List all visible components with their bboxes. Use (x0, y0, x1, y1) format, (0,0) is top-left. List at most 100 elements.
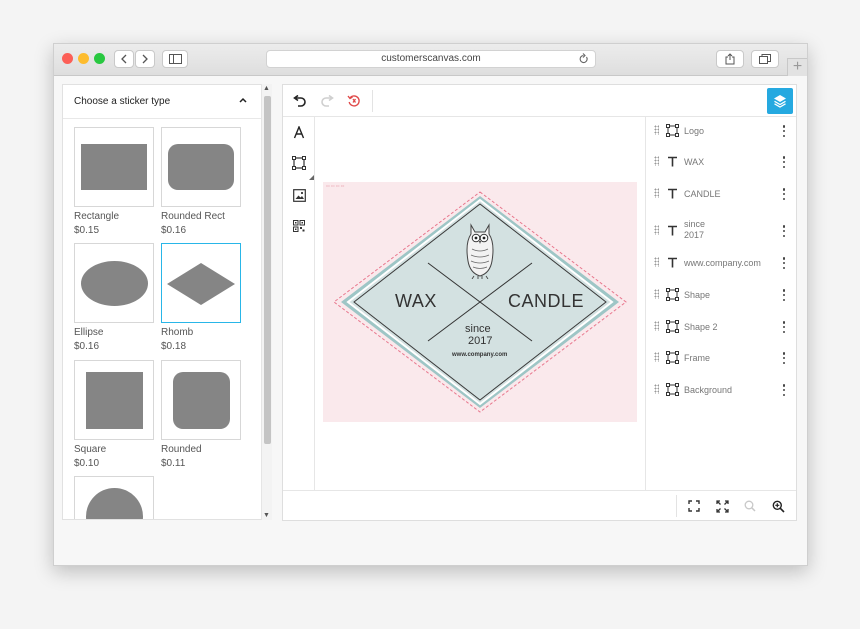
more-vertical-icon[interactable] (782, 384, 786, 396)
owl-logo-icon[interactable] (462, 221, 498, 279)
more-vertical-icon[interactable] (782, 225, 786, 237)
drag-handle-icon[interactable] (654, 289, 659, 299)
drag-handle-icon[interactable] (654, 156, 659, 166)
design-canvas[interactable]: ▭ ▭ ▭ ▭ WAX CANDLE since 2017 www.compan… (316, 117, 645, 490)
chevron-left-icon (121, 54, 127, 64)
undo-icon (293, 95, 306, 107)
submenu-corner-icon (309, 175, 314, 180)
layer-item-background[interactable]: Background (646, 376, 798, 406)
sticker-thumbnail (161, 127, 241, 207)
fit-screen-icon (688, 500, 700, 512)
add-qr-code-button[interactable] (290, 217, 308, 235)
scroll-down-icon[interactable]: ▼ (263, 512, 270, 519)
sticker-name: Rectangle (74, 211, 120, 222)
browser-window: customerscanvas.com + Choose a sticker t… (53, 43, 808, 566)
layer-item-candle[interactable]: CANDLE (646, 180, 798, 210)
chevron-up-icon[interactable] (238, 95, 248, 105)
sticker-name: Square (74, 444, 107, 455)
layer-item-logo[interactable]: Logo (646, 117, 798, 147)
layer-item-website[interactable]: www.company.com (646, 249, 798, 279)
text-tool-icon (293, 125, 305, 138)
layers-toggle-button[interactable] (767, 88, 793, 114)
insert-tools (283, 117, 315, 490)
scroll-thumb[interactable] (264, 96, 271, 444)
sticker-name: Rhomb (161, 327, 194, 338)
circle-shape-icon (86, 488, 143, 519)
wax-text[interactable]: WAX (395, 291, 437, 312)
toolbar-divider (372, 90, 373, 112)
share-icon (725, 53, 735, 65)
image-layer-icon (665, 382, 679, 396)
layer-item-wax[interactable]: WAX (646, 148, 798, 178)
zoom-window-button[interactable] (94, 53, 105, 64)
sidebar-toggle-button[interactable] (162, 50, 188, 68)
image-layer-icon (665, 287, 679, 301)
zoom-in-icon (772, 500, 785, 513)
image-layer-icon (665, 123, 679, 137)
website-text[interactable]: www.company.com (452, 352, 507, 358)
sticker-name: Rounded Rect (161, 211, 225, 222)
scroll-up-icon[interactable]: ▲ (263, 85, 270, 92)
year-text[interactable]: 2017 (468, 335, 492, 347)
drag-handle-icon[interactable] (654, 125, 659, 135)
add-image-button[interactable] (290, 186, 308, 204)
forward-button[interactable] (135, 50, 155, 68)
layer-name: WAX (684, 157, 705, 167)
back-button[interactable] (114, 50, 134, 68)
share-button[interactable] (716, 50, 744, 68)
layer-item-shape[interactable]: Shape (646, 281, 798, 311)
ellipse-shape-icon (81, 261, 148, 306)
zoom-out-button[interactable] (742, 498, 758, 514)
layers-panel: Logo WAX CANDLE since 2017 www.company.c… (645, 117, 797, 490)
drag-handle-icon[interactable] (654, 352, 659, 362)
since-text[interactable]: since (465, 323, 491, 335)
candle-text[interactable]: CANDLE (508, 291, 584, 312)
rounded-shape-icon (173, 372, 230, 429)
more-vertical-icon[interactable] (782, 156, 786, 168)
sticker-design[interactable] (323, 182, 637, 422)
redo-icon (321, 95, 334, 107)
square-shape-icon (86, 372, 143, 429)
browser-titlebar: customerscanvas.com + (54, 44, 807, 76)
more-vertical-icon[interactable] (782, 125, 786, 137)
rounded-rect-shape-icon (168, 144, 234, 190)
toolbar-divider (676, 495, 677, 517)
revert-button[interactable] (345, 92, 363, 110)
undo-button[interactable] (290, 92, 308, 110)
layer-name: CANDLE (684, 189, 721, 199)
more-vertical-icon[interactable] (782, 188, 786, 200)
redo-button[interactable] (319, 92, 337, 110)
layer-item-frame[interactable]: Frame (646, 344, 798, 374)
drag-handle-icon[interactable] (654, 225, 659, 235)
zoom-in-button[interactable] (770, 498, 786, 514)
tabs-button[interactable] (751, 50, 779, 68)
fit-to-screen-button[interactable] (686, 498, 702, 514)
reload-icon[interactable] (578, 52, 589, 66)
sticker-panel-header[interactable]: Choose a sticker type (63, 85, 263, 119)
drag-handle-icon[interactable] (654, 257, 659, 267)
image-layer-icon (665, 350, 679, 364)
more-vertical-icon[interactable] (782, 257, 786, 269)
panel-title: Choose a sticker type (74, 96, 171, 107)
fullscreen-button[interactable] (714, 498, 730, 514)
add-shape-button[interactable] (290, 154, 308, 172)
more-vertical-icon[interactable] (782, 352, 786, 364)
new-tab-button[interactable]: + (787, 58, 807, 76)
sticker-name: Ellipse (74, 327, 104, 338)
more-vertical-icon[interactable] (782, 321, 786, 333)
text-layer-icon (665, 154, 679, 168)
zoom-out-icon (744, 500, 756, 512)
more-vertical-icon[interactable] (782, 289, 786, 301)
drag-handle-icon[interactable] (654, 321, 659, 331)
minimize-window-button[interactable] (78, 53, 89, 64)
layer-name: Logo (684, 126, 705, 136)
add-text-button[interactable] (290, 123, 308, 141)
drag-handle-icon[interactable] (654, 384, 659, 394)
address-bar[interactable]: customerscanvas.com (266, 50, 596, 68)
sticker-panel-scrollbar[interactable]: ▲ ▼ (261, 84, 272, 520)
layer-item-shape-2[interactable]: Shape 2 (646, 313, 798, 343)
layer-name: Shape 2 (684, 322, 718, 332)
drag-handle-icon[interactable] (654, 188, 659, 198)
layer-item-since-2017[interactable]: since 2017 (646, 214, 798, 248)
close-window-button[interactable] (62, 53, 73, 64)
